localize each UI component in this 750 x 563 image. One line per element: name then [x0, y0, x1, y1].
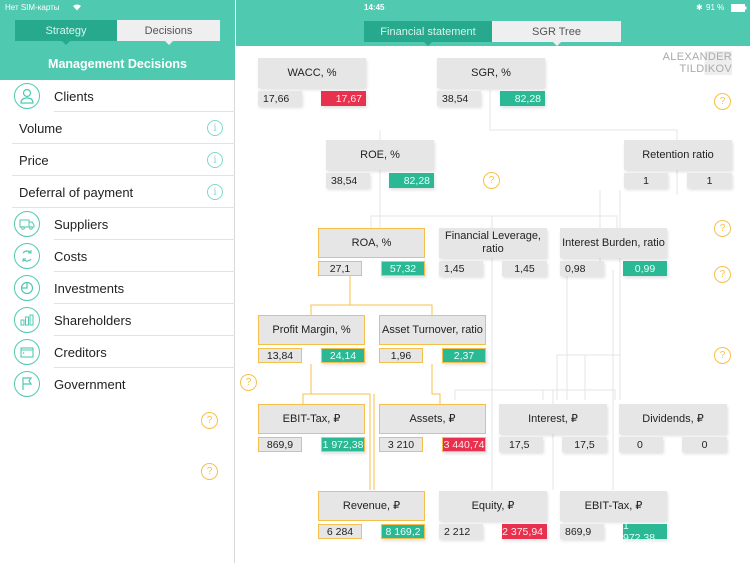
- base-value: 27,1: [318, 261, 362, 276]
- new-value: 0: [682, 437, 727, 452]
- new-value: 1: [687, 173, 732, 188]
- node-title[interactable]: Interest, ₽: [499, 404, 607, 434]
- base-value: 13,84: [258, 348, 302, 363]
- new-value: 1 972,38: [321, 437, 365, 452]
- base-value: 6 284: [318, 524, 362, 539]
- base-value: 869,9: [560, 524, 604, 539]
- new-value: 0,99: [623, 261, 667, 276]
- node-title[interactable]: Revenue, ₽: [318, 491, 425, 521]
- new-value: 1 972,38: [623, 520, 667, 544]
- new-value: 1,45: [502, 261, 547, 276]
- base-value: 2 212: [439, 524, 483, 539]
- base-value: 0,98: [560, 261, 604, 276]
- node-title[interactable]: EBIT-Tax, ₽: [258, 404, 365, 434]
- help-icon[interactable]: ?: [240, 374, 257, 391]
- node-title[interactable]: Asset Turnover, ratio: [379, 315, 486, 345]
- new-value: 8 169,2: [381, 524, 425, 539]
- help-icon[interactable]: ?: [714, 266, 731, 283]
- help-icon[interactable]: ?: [714, 93, 731, 110]
- new-value: 2,37: [442, 348, 486, 363]
- node-title[interactable]: Dividends, ₽: [619, 404, 727, 434]
- new-value: 2 375,94: [502, 524, 547, 539]
- new-value: 24,14: [321, 348, 365, 363]
- node-title[interactable]: WACC, %: [258, 58, 366, 88]
- new-value: 17,67: [321, 91, 366, 106]
- base-value: 38,54: [326, 173, 370, 188]
- node-title[interactable]: ROA, %: [318, 228, 425, 258]
- help-icon[interactable]: ?: [714, 347, 731, 364]
- node-title[interactable]: SGR, %: [437, 58, 545, 88]
- base-value: 869,9: [258, 437, 302, 452]
- new-value: 82,28: [389, 173, 434, 188]
- base-value: 17,5: [499, 437, 543, 452]
- node-title[interactable]: Interest Burden, ratio: [560, 228, 667, 258]
- base-value: 1: [624, 173, 668, 188]
- new-value: 82,28: [500, 91, 545, 106]
- new-value: 3 440,74: [442, 437, 486, 452]
- base-value: 3 210: [379, 437, 423, 452]
- help-icon[interactable]: ?: [483, 172, 500, 189]
- node-title[interactable]: Equity, ₽: [439, 491, 547, 521]
- tree-connectors: [302, 90, 678, 563]
- new-value: 17,5: [562, 437, 607, 452]
- node-title[interactable]: Retention ratio: [624, 140, 732, 170]
- new-value: 57,32: [381, 261, 425, 276]
- node-title[interactable]: Financial Leverage, ratio: [439, 228, 547, 258]
- node-title[interactable]: EBIT-Tax, ₽: [560, 491, 667, 521]
- base-value: 0: [619, 437, 663, 452]
- base-value: 1,45: [439, 261, 483, 276]
- base-value: 1,96: [379, 348, 423, 363]
- base-value: 38,54: [437, 91, 481, 106]
- node-title[interactable]: ROE, %: [326, 140, 434, 170]
- base-value: 17,66: [258, 91, 302, 106]
- node-title[interactable]: Assets, ₽: [379, 404, 486, 434]
- help-icon[interactable]: ?: [714, 220, 731, 237]
- node-title[interactable]: Profit Margin, %: [258, 315, 365, 345]
